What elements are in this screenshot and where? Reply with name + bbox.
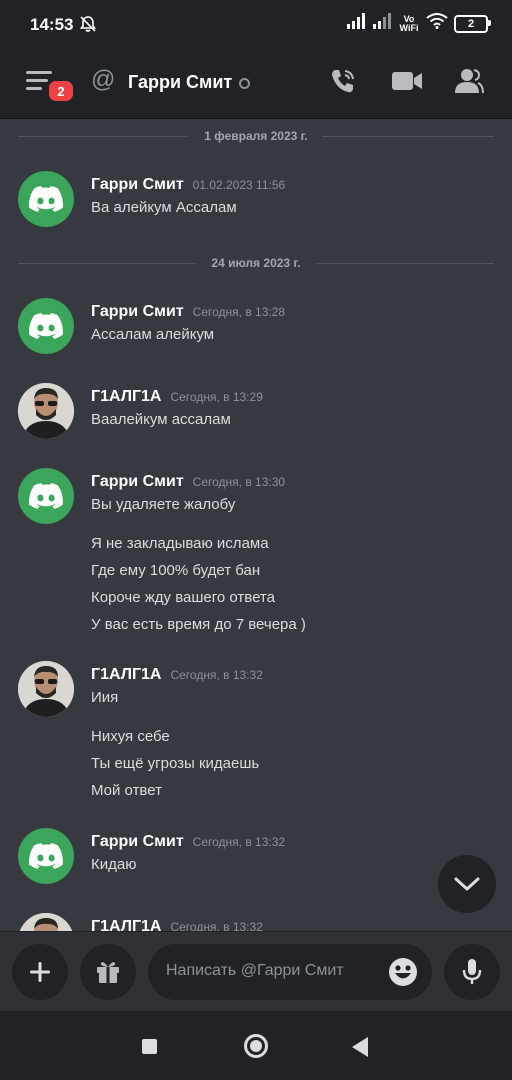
microphone-icon [462,959,482,984]
add-attachment-button[interactable] [12,944,68,1000]
message-text: Короче жду вашего ответа [91,589,275,606]
battery-indicator: 2 [454,14,491,33]
message-input-placeholder: Написать @Гарри Смит [166,962,344,979]
message-text: Нихуя себе [91,728,170,745]
discord-logo-icon [29,186,63,212]
video-call-icon[interactable] [391,70,423,97]
message-text: Ва алейкум Ассалам [91,199,237,216]
avatar[interactable] [18,468,74,524]
date-divider-label: 1 февраля 2023 г. [195,129,317,143]
voice-message-button[interactable] [444,944,500,1000]
message-timestamp: 01.02.2023 11:56 [192,178,286,192]
date-divider: 1 февраля 2023 г. [18,129,494,143]
avatar[interactable] [18,171,74,227]
message-timestamp: Сегодня, в 13:30 [192,475,286,489]
message-text: Мой ответ [91,782,162,799]
message-author[interactable]: Г1АЛГ1А Сегодня, в 13:32 [91,666,263,684]
message-timestamp: Сегодня, в 13:32 [192,835,286,849]
message-list[interactable]: 1 февраля 2023 г. Гарри Смит 01.02.2023 1… [0,119,512,931]
members-icon[interactable] [454,67,484,100]
message-author[interactable]: Гарри Смит Сегодня, в 13:30 [91,473,285,491]
chevron-down-icon [454,877,480,891]
message-author[interactable]: Гарри Смит Сегодня, в 13:28 [91,303,285,321]
notification-badge: 2 [46,78,76,104]
dm-title[interactable]: Гарри Смит [128,72,232,93]
bell-muted-icon [78,14,98,39]
wifi-icon [426,13,448,34]
message-text: Кидаю [91,856,137,873]
system-navigation-bar [0,1011,512,1080]
emoji-icon[interactable] [388,957,418,992]
message-timestamp: Сегодня, в 13:32 [170,920,263,931]
recents-button[interactable] [142,1039,157,1054]
message-text: Ассалам алейкум [91,326,215,343]
volte-label: Vo WiFi [399,13,419,33]
plus-icon [30,962,50,982]
signal-icon-2 [372,13,392,34]
message-text: Иия [91,689,119,706]
message-author[interactable]: Гарри Смит Сегодня, в 13:32 [91,833,285,851]
back-button[interactable] [352,1037,368,1057]
message-text: Вы удаляете жалобу [91,496,236,513]
message-timestamp: Сегодня, в 13:32 [170,668,263,682]
voice-call-icon[interactable] [328,66,358,101]
avatar[interactable] [18,383,74,439]
message-timestamp: Сегодня, в 13:29 [170,390,263,404]
signal-icon [346,13,366,34]
status-bar: 14:53 Vo WiFi 2 [0,0,512,50]
date-divider-label: 24 июля 2023 г. [202,256,310,270]
message-author[interactable]: Г1АЛГ1А Сегодня, в 13:32 [91,918,263,931]
dm-header: 2 @ Гарри Смит [0,50,512,119]
status-time: 14:53 [30,15,74,34]
gift-nitro-button[interactable] [80,944,136,1000]
gift-icon [97,962,119,983]
message-composer: Написать @Гарри Смит [0,931,512,1012]
message-text: Ты ещё угрозы кидаешь [91,755,260,772]
avatar[interactable] [18,298,74,354]
offline-status-icon [239,78,250,89]
date-divider: 24 июля 2023 г. [18,256,494,270]
message-author[interactable]: Гарри Смит 01.02.2023 11:56 [91,176,285,194]
message-input[interactable]: Написать @Гарри Смит [148,944,432,1000]
message-text: Где ему 100% будет бан [91,562,261,579]
user-photo-avatar [18,661,74,717]
avatar[interactable] [18,661,74,717]
discord-logo-icon [29,483,63,509]
discord-logo-icon [29,843,63,869]
message-timestamp: Сегодня, в 13:28 [192,305,286,319]
user-photo-avatar [18,913,74,931]
discord-logo-icon [29,313,63,339]
jump-to-bottom-button[interactable] [438,855,496,913]
avatar[interactable] [18,913,74,931]
message-author[interactable]: Г1АЛГ1А Сегодня, в 13:29 [91,388,263,406]
message-text: Ваалейкум ассалам [91,411,231,428]
user-photo-avatar [18,383,74,439]
message-text: Я не закладываю ислама [91,535,269,552]
avatar[interactable] [18,828,74,884]
message-text: У вас есть время до 7 вечера ) [91,616,306,633]
home-button[interactable] [244,1034,268,1058]
at-icon: @ [91,66,116,93]
